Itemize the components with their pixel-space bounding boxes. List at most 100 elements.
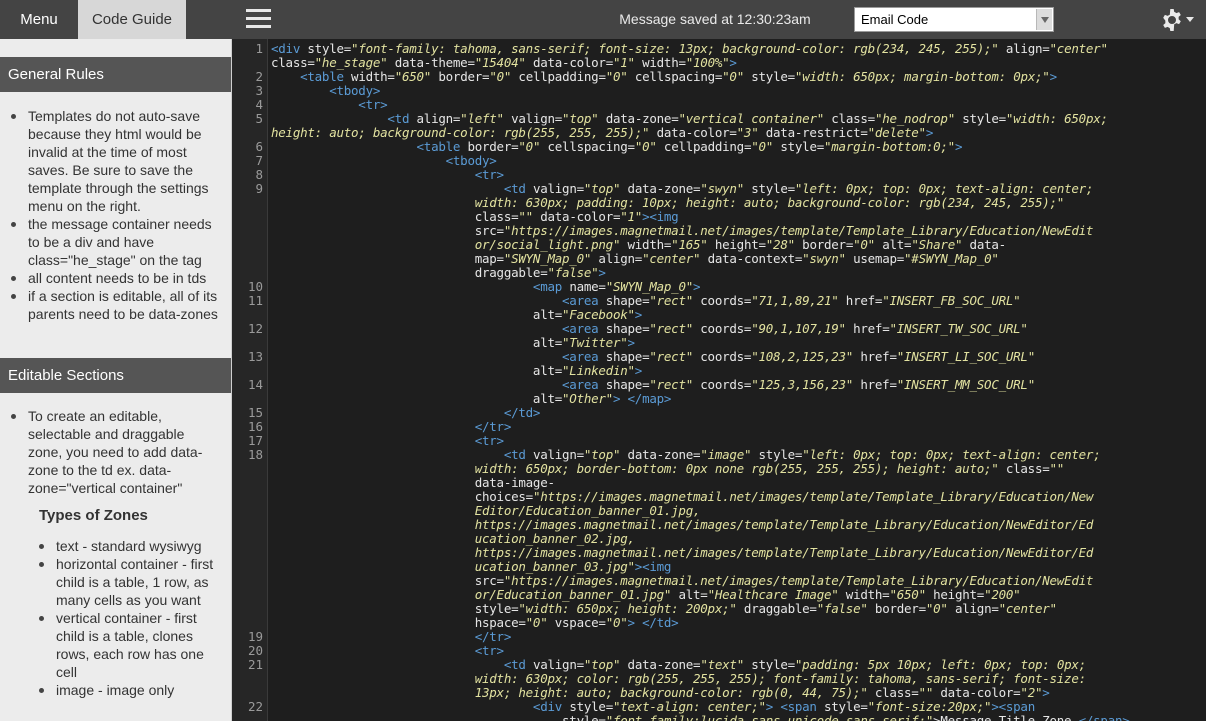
code-token: style= <box>307 41 352 56</box>
code-token: <tbody> <box>271 83 381 98</box>
code-line: choices="https://images.magnetmail.net/i… <box>271 489 1094 504</box>
line-number: 8 <box>255 167 263 182</box>
code-token: height= <box>707 237 766 252</box>
code-token: align= <box>947 601 999 616</box>
code-token: <tr> <box>271 97 388 112</box>
code-token: "rect" <box>649 293 693 308</box>
code-token: draggable= <box>271 265 548 280</box>
list-item: image - image only <box>0 681 231 699</box>
code-token: src= <box>271 223 504 238</box>
code-token: class= <box>998 461 1050 476</box>
code-token: https://images.magnetmail.net/images/tem… <box>271 545 1094 560</box>
code-token: ><img <box>634 559 672 574</box>
code-token: > <box>634 363 643 378</box>
caret-down-icon[interactable] <box>1186 17 1194 22</box>
line-number: 6 <box>255 139 263 154</box>
code-line: ucation_banner_03.jpg"><img <box>271 559 672 574</box>
code-token: "https://images.magnetmail.net/images/te… <box>503 573 1094 588</box>
line-number: 11 <box>247 293 263 308</box>
code-line: <table border="0" cellspacing="0" cellpa… <box>271 139 963 154</box>
hamburger-icon[interactable] <box>246 8 271 30</box>
code-line: width: 630px; color: rgb(255, 255, 255);… <box>271 672 1086 686</box>
code-token: href= <box>845 321 890 336</box>
code-token: </span> <box>1078 713 1130 721</box>
code-token: width: 630px; padding: 10px; height: aut… <box>271 195 1065 210</box>
code-token: border= <box>431 69 490 84</box>
code-line: <area shape="rect" coords="108,2,125,23"… <box>271 350 1035 364</box>
code-token: "center" <box>1049 41 1108 56</box>
code-line: <map name="SWYN_Map_0"> <box>271 279 701 294</box>
code-token: <table <box>271 69 352 84</box>
code-token: > <box>627 335 636 350</box>
code-token: border= <box>794 237 854 252</box>
code-token: shape= <box>605 349 650 364</box>
code-line: map="SWYN_Map_0" align="center" data-con… <box>271 252 999 266</box>
code-token: > <box>729 55 737 70</box>
code-token: "left" <box>460 111 504 126</box>
code-token: hspace= <box>271 615 526 630</box>
code-line: or/Education_banner_01.jpg" alt="Healthc… <box>271 587 1021 602</box>
code-token: <div <box>271 41 308 56</box>
code-token: alt= <box>874 237 912 252</box>
code-token: "center" <box>998 601 1057 616</box>
code-token: cellspacing= <box>627 69 723 84</box>
code-line: <tr> <box>271 168 504 182</box>
code-token: "left: 0px; top: 0px; text-align: center… <box>794 181 1094 196</box>
code-token: width= <box>620 237 672 252</box>
code-token: "he_nodrop" <box>874 111 955 126</box>
code-token: "padding: 5px 10px; left: 0px; top: 0px; <box>794 657 1086 672</box>
code-token: "margin-bottom:0;" <box>824 139 955 154</box>
list-item: text - standard wysiwyg <box>0 537 231 555</box>
code-token: "71,1,89,21" <box>751 293 839 308</box>
code-token: "https://images.magnetmail.net/images/te… <box>532 489 1094 504</box>
line-number: 14 <box>247 377 263 392</box>
code-line: <td valign="top" data-zone="swyn" style=… <box>271 181 1094 196</box>
code-token: style= <box>743 181 795 196</box>
code-line: <tbody> <box>271 84 380 98</box>
code-token: align= <box>591 251 643 266</box>
code-token: "INSERT_FB_SOC_URL" <box>882 293 1021 308</box>
code-token: width= <box>838 587 890 602</box>
code-token: >Message Title Zone <box>933 713 1079 721</box>
code-token: data-zone= <box>620 447 701 462</box>
code-token: height= <box>925 587 985 602</box>
code-token: ><img <box>642 209 679 224</box>
code-token: <map <box>271 279 570 294</box>
code-token: data-theme= <box>387 55 475 70</box>
gear-icon[interactable] <box>1160 8 1184 32</box>
code-token: choices= <box>271 489 533 504</box>
code-token: style= <box>569 699 613 714</box>
code-token: alt= <box>271 335 563 350</box>
line-number: 10 <box>247 279 263 294</box>
list-item: the message container needs to be a div … <box>0 215 231 269</box>
code-token: "2" <box>1020 685 1043 700</box>
list-item: horizontal container - first child is a … <box>0 555 231 609</box>
code-guide-sidebar: General Rules Templates do not auto-save… <box>0 39 232 721</box>
code-token: "200" <box>984 587 1021 602</box>
code-line: <area shape="rect" coords="125,3,156,23"… <box>271 378 1035 392</box>
code-line: <area shape="rect" coords="71,1,89,21" h… <box>271 293 1021 308</box>
code-token: href= <box>853 377 897 392</box>
code-token: <td <box>271 447 533 462</box>
code-token: data-color= <box>532 209 621 224</box>
code-token: "swyn" <box>700 181 744 196</box>
zone-types-list: text - standard wysiwyg horizontal conta… <box>0 537 231 699</box>
tab-menu[interactable]: Menu <box>0 0 78 39</box>
code-token: ucation_banner_02.jpg, <box>271 531 635 546</box>
code-token: "center" <box>642 251 701 266</box>
line-number: 2 <box>255 69 263 84</box>
line-number: 3 <box>255 83 263 98</box>
mode-select[interactable]: Email Code <box>854 7 1054 32</box>
code-token: "SWYN_Map_0" <box>605 279 694 294</box>
code-token: height: auto; background-color: rgb(255,… <box>271 125 650 140</box>
code-token: <td <box>271 181 533 196</box>
code-token: ucation_banner_03.jpg" <box>271 559 635 574</box>
code-token: class= <box>824 111 875 126</box>
code-token: > </map> <box>612 391 672 406</box>
code-line: alt="Facebook"> <box>271 308 642 322</box>
tab-code-guide[interactable]: Code Guide <box>78 0 186 39</box>
code-token: "Twitter" <box>562 335 628 350</box>
code-line: 13px; height: auto; background-color: rg… <box>271 686 1050 700</box>
code-token: coords= <box>693 321 752 336</box>
code-editor[interactable]: 1 2 3 4 5 6 7 8 9 10 11 12 13 14 15 16 17 18 19 20 21 22 <div… <box>232 39 1206 721</box>
